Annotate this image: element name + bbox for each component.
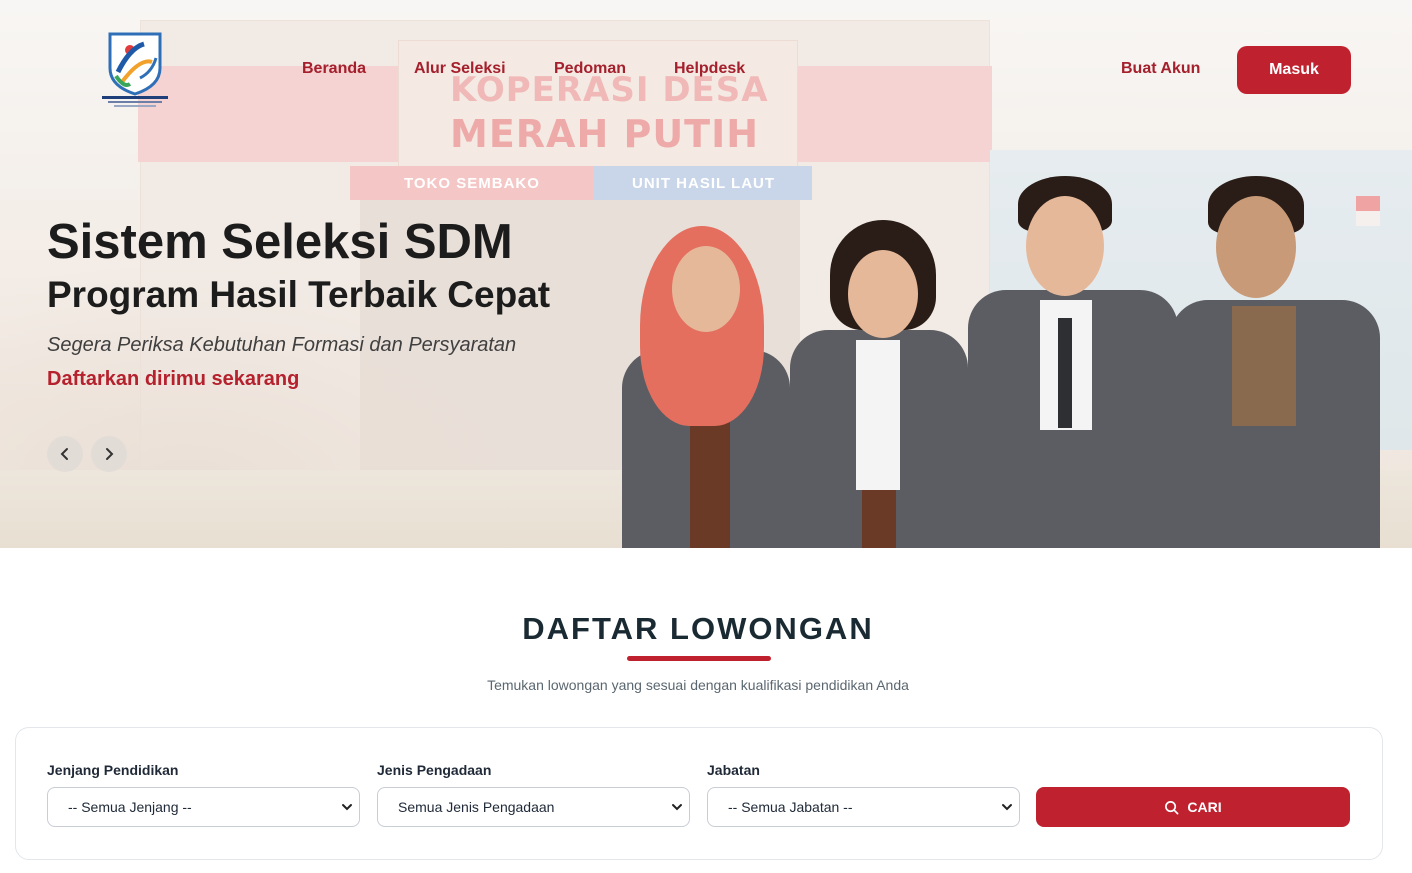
- chevron-down-icon: [1002, 804, 1012, 811]
- hero-cta-link[interactable]: Daftarkan dirimu sekarang: [47, 368, 299, 391]
- section-title: DAFTAR LOWONGAN: [522, 611, 874, 646]
- hero-subtitle: Program Hasil Terbaik Cepat: [47, 274, 551, 315]
- section-title-underline: [627, 656, 771, 661]
- panitia-seleksi-logo: [102, 32, 168, 107]
- chevron-right-icon: [106, 448, 114, 460]
- nav-pedoman[interactable]: Pedoman: [554, 60, 626, 78]
- hero-title: Sistem Seleksi SDM: [47, 215, 513, 269]
- login-button[interactable]: Masuk: [1237, 46, 1351, 94]
- procurement-select-value: Semua Jenis Pengadaan: [398, 799, 555, 815]
- background-sign-text: MERAH PUTIH: [450, 112, 760, 156]
- nav-beranda[interactable]: Beranda: [302, 60, 366, 78]
- nav-helpdesk[interactable]: Helpdesk: [674, 60, 745, 78]
- search-button-label: CARI: [1187, 799, 1222, 815]
- procurement-select[interactable]: Semua Jenis Pengadaan: [377, 787, 690, 827]
- education-select-value: -- Semua Jenjang --: [68, 799, 192, 815]
- education-filter-label: Jenjang Pendidikan: [47, 762, 179, 778]
- chevron-down-icon: [672, 804, 682, 811]
- hero-tagline: Segera Periksa Kebutuhan Formasi dan Per…: [47, 334, 517, 356]
- register-link[interactable]: Buat Akun: [1121, 60, 1200, 78]
- background-band-text: TOKO SEMBAKO: [404, 175, 540, 192]
- education-select[interactable]: -- Semua Jenjang --: [47, 787, 360, 827]
- chevron-down-icon: [342, 804, 352, 811]
- carousel-prev-button[interactable]: [47, 436, 83, 472]
- hero-banner: KOPERASI DESA MERAH PUTIH TOKO SEMBAKO U…: [0, 0, 1412, 548]
- section-description: Temukan lowongan yang sesuai dengan kual…: [487, 677, 909, 693]
- position-select-value: -- Semua Jabatan --: [728, 799, 853, 815]
- position-select[interactable]: -- Semua Jabatan --: [707, 787, 1020, 827]
- procurement-filter-label: Jenis Pengadaan: [377, 762, 492, 778]
- site-logo[interactable]: [100, 28, 170, 108]
- search-button[interactable]: CARI: [1036, 787, 1350, 827]
- position-filter-label: Jabatan: [707, 762, 760, 778]
- chevron-left-icon: [60, 448, 68, 460]
- nav-alur-seleksi[interactable]: Alur Seleksi: [414, 60, 506, 78]
- search-icon: [1165, 800, 1179, 814]
- carousel-next-button[interactable]: [91, 436, 127, 472]
- background-band-text: UNIT HASIL LAUT: [632, 175, 776, 192]
